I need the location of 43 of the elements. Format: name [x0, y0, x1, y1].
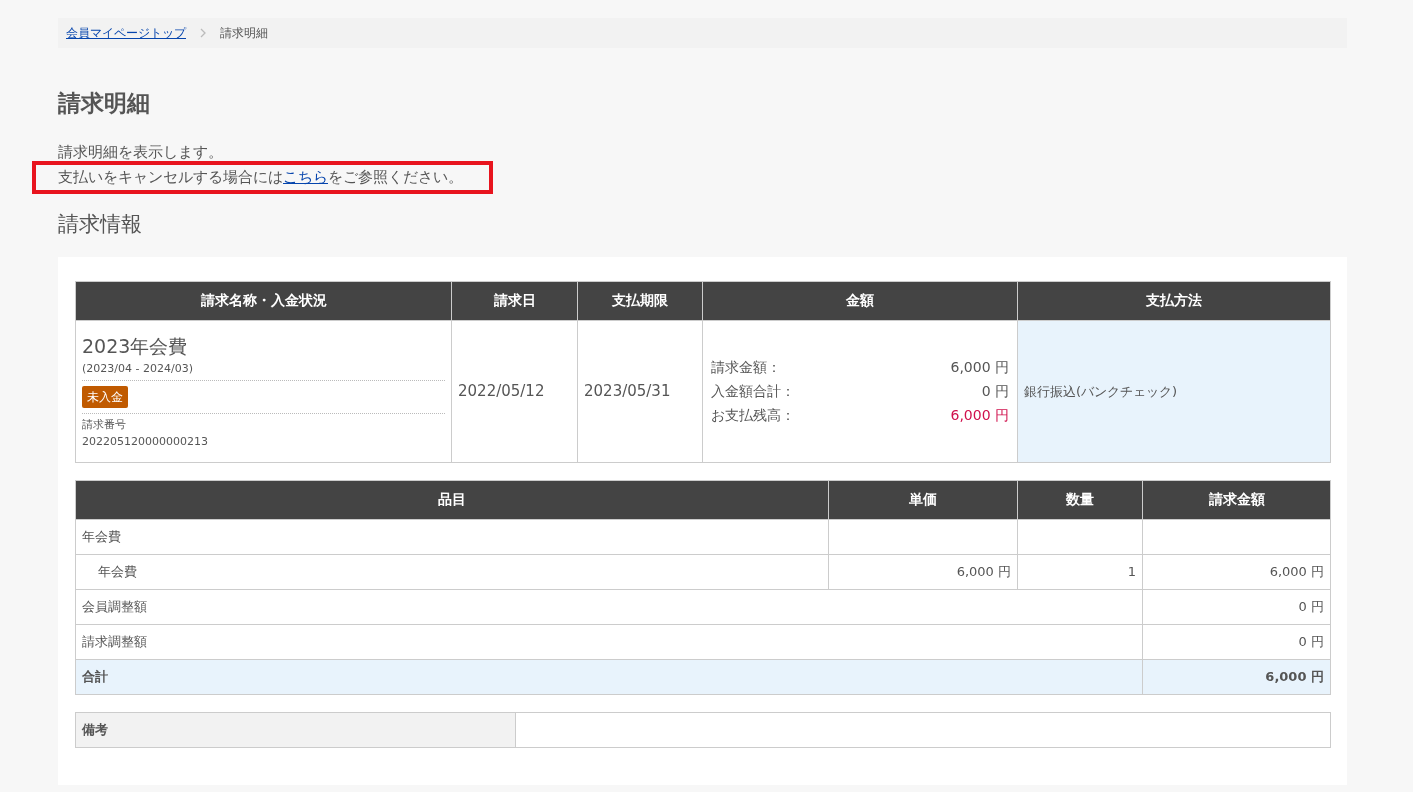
- intro-text: 請求明細を表示します。: [58, 141, 224, 163]
- breadcrumb-link[interactable]: 会員マイページトップ: [66, 24, 186, 42]
- amount-value: 6,000 円: [950, 358, 1009, 378]
- column-header: 金額: [702, 281, 1018, 321]
- invoice-number: 202205120000000213: [82, 433, 209, 450]
- chevron-icon: [200, 28, 206, 38]
- table-cell: 会員調整額: [75, 589, 1143, 625]
- amount-label: 入金額合計：: [711, 382, 795, 402]
- table-cell: 2023/05/31: [577, 320, 703, 463]
- table-cell: 年会費: [75, 519, 829, 555]
- column-header: 支払期限: [577, 281, 703, 321]
- status-badge: 未入金: [82, 386, 128, 409]
- table-cell: 2022/05/12: [451, 320, 578, 463]
- amount-value: 0 円: [981, 382, 1009, 402]
- table-cell: 1: [1017, 554, 1143, 590]
- column-header: 請求名称・入金状況: [75, 281, 452, 321]
- payment-method-cell: 銀行振込(バンクチェック): [1017, 320, 1331, 463]
- amount-value: 6,000 円: [950, 406, 1009, 426]
- breadcrumb-current: 請求明細: [220, 25, 268, 42]
- table-cell: 年会費: [75, 554, 829, 590]
- table-cell: 請求調整額: [75, 624, 1143, 660]
- billing-period: (2023/04 - 2024/03): [82, 360, 194, 377]
- table-cell: 6,000 円: [1142, 659, 1331, 695]
- table-cell: 6,000 円: [828, 554, 1018, 590]
- table-cell: 6,000 円: [1142, 554, 1331, 590]
- column-header: 数量: [1017, 480, 1143, 520]
- invoice-number-label: 請求番号: [82, 417, 127, 434]
- column-header: 品目: [75, 480, 829, 520]
- page-title: 請求明細: [58, 90, 151, 118]
- remarks-label: 備考: [75, 712, 516, 748]
- column-header: 単価: [828, 480, 1018, 520]
- column-header: 支払方法: [1017, 281, 1331, 321]
- column-header: 請求金額: [1142, 480, 1331, 520]
- amount-label: お支払残高：: [711, 406, 795, 426]
- table-cell: 0 円: [1142, 589, 1331, 625]
- amount-label: 請求金額：: [711, 358, 781, 378]
- section-title: 請求情報: [58, 211, 143, 237]
- cancel-link[interactable]: こちら: [283, 167, 328, 186]
- invoice-name: 2023年会費: [82, 334, 189, 360]
- table-cell: 合計: [75, 659, 1143, 695]
- column-header: 請求日: [451, 281, 578, 321]
- table-cell: 0 円: [1142, 624, 1331, 660]
- cancel-notice: 支払いをキャンセルする場合にはこちら をご参照ください。: [36, 164, 489, 190]
